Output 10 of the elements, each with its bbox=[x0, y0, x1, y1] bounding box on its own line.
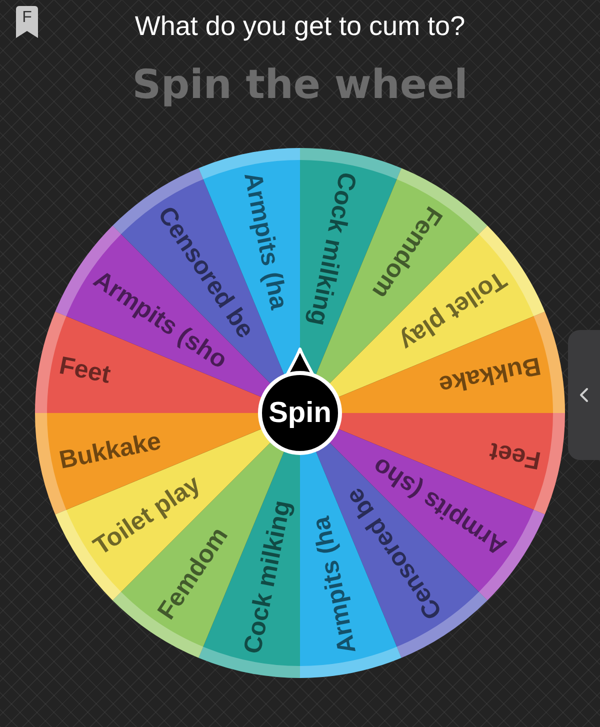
side-panel-handle[interactable] bbox=[568, 330, 600, 460]
segment-label: Cock milking bbox=[238, 498, 296, 656]
segment-label: Feet bbox=[56, 351, 113, 389]
segment-label: Cock milking bbox=[304, 170, 362, 328]
page-title: What do you get to cum to? bbox=[134, 10, 466, 42]
segment-label: Feet bbox=[487, 437, 544, 475]
segment-label: Bukkake bbox=[56, 427, 164, 475]
wheel-heading: Spin the wheel bbox=[132, 62, 468, 108]
segment-label: Bukkake bbox=[436, 351, 544, 399]
bookmark-icon[interactable]: F bbox=[16, 6, 38, 38]
